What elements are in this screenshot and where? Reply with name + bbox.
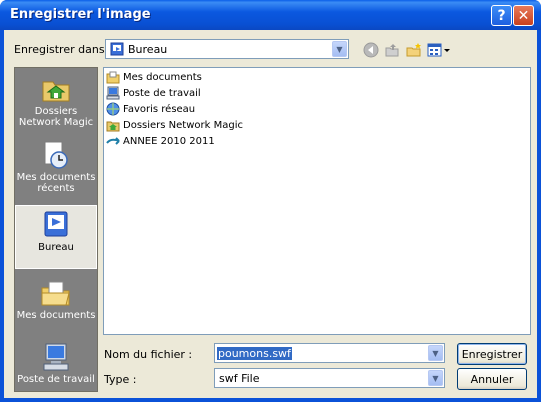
up-folder-button[interactable]: [382, 40, 402, 60]
file-label: Mes documents: [123, 71, 202, 83]
dialog-body: Enregistrer dans : Bureau ▼ Dossiers Net…: [4, 30, 537, 398]
place-network-magic[interactable]: Dossiers Network Magic: [15, 70, 97, 132]
recent-documents-icon: [44, 141, 68, 169]
filename-value: poumons.swf: [217, 347, 292, 360]
window-title: Enregistrer l'image: [10, 7, 151, 22]
list-item[interactable]: ANNEE 2010 2011: [106, 133, 215, 149]
save-button[interactable]: Enregistrer: [457, 343, 527, 365]
location-combo[interactable]: Bureau ▼: [105, 39, 349, 59]
title-bar[interactable]: Enregistrer l'image ? ✕: [0, 0, 541, 30]
cancel-button[interactable]: Annuler: [457, 368, 527, 390]
place-my-computer[interactable]: Poste de travail: [15, 338, 97, 400]
network-places-icon: [106, 102, 120, 116]
shortcut-icon: [106, 137, 120, 145]
place-desktop[interactable]: Bureau: [15, 205, 97, 269]
back-button[interactable]: [361, 40, 381, 60]
place-label: Poste de travail: [17, 374, 95, 385]
file-label: Poste de travail: [123, 87, 201, 99]
place-my-documents[interactable]: Mes documents: [15, 274, 97, 336]
filename-input[interactable]: poumons.swf ▼: [214, 343, 445, 363]
save-in-label: Enregistrer dans :: [14, 43, 112, 56]
chevron-down-icon[interactable]: ▼: [428, 345, 443, 361]
file-type-select[interactable]: swf File ▼: [214, 368, 445, 388]
file-label: Favoris réseau: [123, 103, 196, 115]
desktop-icon: [44, 211, 68, 237]
help-icon: ?: [497, 7, 506, 24]
network-folder-icon: [42, 81, 70, 102]
desktop-small-icon: [110, 42, 124, 56]
place-label: Bureau: [38, 242, 74, 253]
network-folder-icon: [106, 121, 120, 132]
type-label: Type :: [104, 373, 137, 386]
location-value: Bureau: [128, 43, 168, 56]
help-button[interactable]: ?: [491, 5, 512, 26]
back-icon: [363, 42, 379, 58]
place-label: Dossiers Network Magic: [18, 106, 94, 128]
view-menu-button[interactable]: [426, 40, 452, 60]
place-label: Mes documents: [16, 310, 96, 321]
my-documents-icon: [41, 281, 70, 306]
file-type-value: swf File: [219, 372, 260, 385]
list-item[interactable]: Favoris réseau: [106, 101, 195, 117]
my-computer-icon: [43, 343, 69, 371]
close-button[interactable]: ✕: [513, 5, 534, 26]
filename-label: Nom du fichier :: [104, 348, 193, 361]
folder-documents-icon: [106, 71, 120, 84]
new-folder-button[interactable]: [404, 40, 424, 60]
chevron-down-icon[interactable]: ▼: [332, 41, 347, 57]
places-bar: Dossiers Network Magic Mes documents réc…: [14, 67, 98, 392]
up-folder-icon: [385, 44, 399, 57]
save-dialog-window: Enregistrer l'image ? ✕ Enregistrer dans…: [0, 0, 541, 402]
computer-icon: [106, 86, 120, 100]
list-item[interactable]: Dossiers Network Magic: [106, 117, 243, 133]
close-icon: ✕: [517, 7, 530, 24]
file-label: Dossiers Network Magic: [123, 119, 243, 131]
chevron-down-icon[interactable]: ▼: [428, 370, 443, 386]
new-folder-icon: [406, 43, 421, 57]
view-menu-icon: [427, 43, 450, 57]
place-label: Mes documents récents: [16, 172, 96, 194]
file-list[interactable]: Mes documents Poste de travail Favoris r…: [103, 67, 531, 335]
list-item[interactable]: Poste de travail: [106, 85, 201, 101]
file-label: ANNEE 2010 2011: [123, 135, 215, 147]
list-item[interactable]: Mes documents: [106, 69, 202, 85]
place-recent-documents[interactable]: Mes documents récents: [15, 136, 97, 202]
